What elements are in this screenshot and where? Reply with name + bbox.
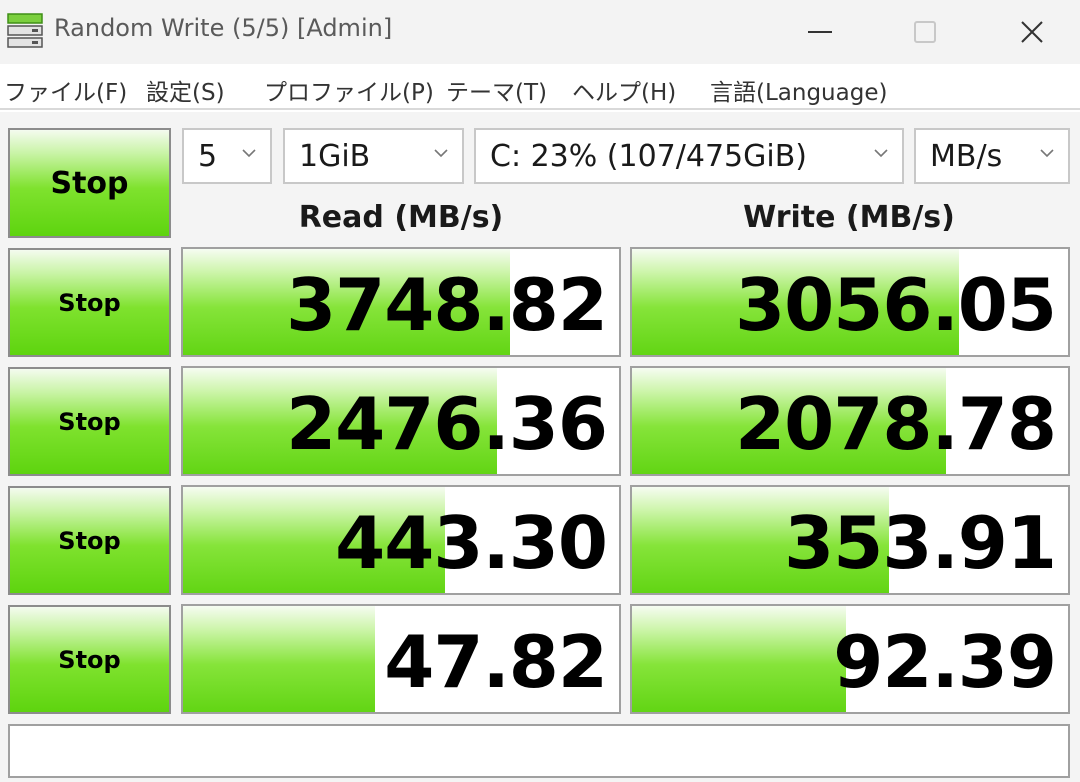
read-value: 47.82 [384,620,608,704]
write-value: 2078.78 [735,382,1057,466]
benchmark-panel: Stop 5 1GiB C: 23% (107/475GiB) MB/s Rea… [0,112,1080,782]
unit-select[interactable]: MB/s [914,128,1070,184]
write-value: 92.39 [833,620,1057,704]
test-count-select[interactable]: 5 [182,128,272,184]
stop-all-button[interactable]: Stop [8,128,171,238]
read-bar [183,606,375,712]
chevron-down-icon [874,149,888,158]
test-size-value: 1GiB [299,138,371,174]
write-result-row-3: 353.91 [630,485,1070,595]
stop-button-row-2[interactable]: Stop [8,367,171,476]
write-bar [632,606,846,712]
chevron-down-icon [434,149,448,158]
chevron-down-icon [242,149,256,158]
title-bar: Random Write (5/5) [Admin] [0,0,1080,64]
drive-value: C: 23% (107/475GiB) [490,138,808,174]
write-result-row-1: 3056.05 [630,247,1070,357]
write-result-row-2: 2078.78 [630,366,1070,476]
menu-file[interactable]: ファイル(F) [4,73,127,107]
write-value: 353.91 [784,501,1057,585]
maximize-icon [914,21,936,43]
stop-button-row-3[interactable]: Stop [8,486,171,595]
read-value: 443.30 [335,501,608,585]
stop-button-row-1[interactable]: Stop [8,248,171,357]
read-result-row-4: 47.82 [181,604,621,714]
stop-button-row-4[interactable]: Stop [8,605,171,714]
comment-field[interactable] [8,724,1070,778]
close-button[interactable] [982,0,1080,64]
unit-value: MB/s [930,138,1003,174]
app-icon [7,13,43,48]
menu-help[interactable]: ヘルプ(H) [572,73,676,107]
maximize-button[interactable] [875,0,975,64]
write-result-row-4: 92.39 [630,604,1070,714]
read-result-row-2: 2476.36 [181,366,621,476]
drive-select[interactable]: C: 23% (107/475GiB) [474,128,904,184]
menu-bar: ファイル(F) 設定(S) プロファイル(P) テーマ(T) ヘルプ(H) 言語… [0,64,1080,110]
read-value: 2476.36 [286,382,608,466]
read-value: 3748.82 [286,263,608,347]
test-count-value: 5 [198,138,218,174]
menu-settings[interactable]: 設定(S) [146,73,225,107]
read-result-row-3: 443.30 [181,485,621,595]
write-value: 3056.05 [735,263,1057,347]
window-title: Random Write (5/5) [Admin] [54,14,393,42]
menu-theme[interactable]: テーマ(T) [446,73,547,107]
menu-profile[interactable]: プロファイル(P) [264,73,434,107]
minimize-button[interactable] [770,0,870,64]
menu-language[interactable]: 言語(Language) [710,73,887,107]
read-header: Read (MB/s) [298,200,504,235]
chevron-down-icon [1040,149,1054,158]
read-result-row-1: 3748.82 [181,247,621,357]
close-icon [1021,21,1043,43]
write-header: Write (MB/s) [743,200,955,235]
test-size-select[interactable]: 1GiB [283,128,464,184]
minimize-icon [808,31,832,33]
